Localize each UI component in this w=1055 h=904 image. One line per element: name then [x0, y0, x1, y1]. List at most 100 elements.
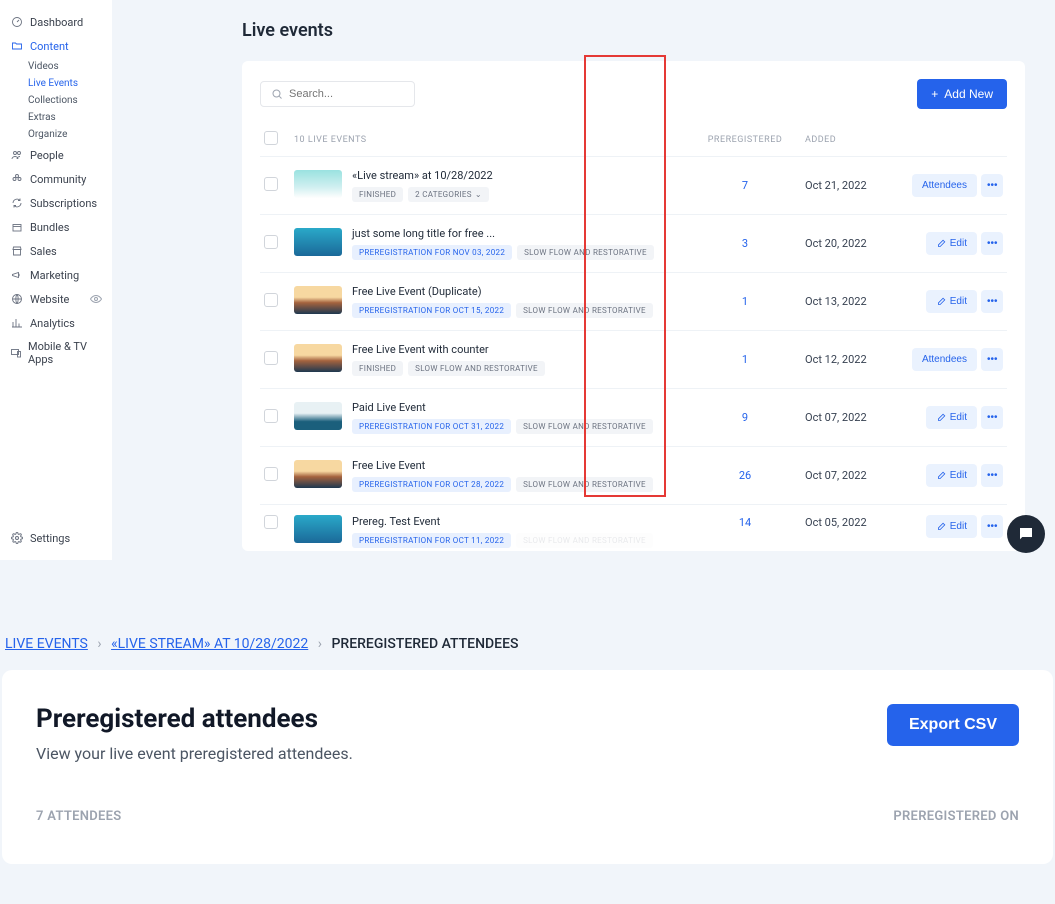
added-date: Oct 13, 2022 [805, 295, 867, 308]
header-preregistered: PREREGISTERED [705, 135, 785, 145]
header-added: ADDED [785, 135, 915, 145]
add-new-button[interactable]: + Add New [917, 79, 1007, 109]
event-title: Paid Live Event [352, 401, 705, 414]
sidebar-item-label: Dashboard [30, 16, 83, 29]
event-row: «Live stream» at 10/28/2022 FINISHED2 CA… [260, 157, 1007, 215]
dots-icon: ••• [987, 180, 998, 191]
preregistered-count[interactable]: 3 [742, 237, 748, 250]
row-checkbox[interactable] [264, 515, 278, 529]
store-icon [10, 244, 24, 258]
row-checkbox[interactable] [264, 467, 278, 481]
sidebar-item-website[interactable]: Website [0, 287, 112, 311]
event-title: Free Live Event with counter [352, 343, 705, 356]
sidebar-item-marketing[interactable]: Marketing [0, 263, 112, 287]
subnav-videos[interactable]: Videos [28, 58, 112, 75]
added-date: Oct 21, 2022 [805, 179, 867, 192]
sidebar-item-analytics[interactable]: Analytics [0, 311, 112, 335]
added-date: Oct 05, 2022 [805, 516, 867, 529]
row-checkbox[interactable] [264, 235, 278, 249]
bars-icon [10, 316, 24, 330]
search-input[interactable] [289, 88, 404, 100]
attendees-button[interactable]: Attendees [912, 174, 977, 197]
edit-button[interactable]: Edit [926, 290, 977, 313]
search-box[interactable] [260, 81, 415, 107]
badge: SLOW FLOW AND RESTORATIVE [408, 361, 545, 376]
app-shell: Dashboard Content VideosLive EventsCollect… [0, 0, 1055, 560]
chevron-right-icon: › [318, 636, 322, 652]
select-all-checkbox[interactable] [264, 131, 278, 145]
sidebar-item-label: Website [30, 293, 69, 306]
more-button[interactable]: ••• [981, 348, 1003, 371]
people-icon [10, 148, 24, 162]
row-checkbox[interactable] [264, 177, 278, 191]
sidebar-item-label: Bundles [30, 221, 69, 234]
badge: PREREGISTRATION FOR OCT 31, 2022 [352, 419, 511, 434]
preregistered-count[interactable]: 1 [742, 295, 748, 308]
preregistered-count[interactable]: 1 [742, 353, 748, 366]
panel-toolbar: + Add New [260, 79, 1007, 109]
preregistered-count[interactable]: 14 [739, 516, 751, 529]
badge: SLOW FLOW AND RESTORATIVE [517, 245, 654, 260]
content-subnav: VideosLive EventsCollectionsExtrasOrgani… [0, 58, 112, 143]
subnav-live-events[interactable]: Live Events [28, 75, 112, 92]
attendees-button[interactable]: Attendees [912, 348, 977, 371]
preregistered-count[interactable]: 7 [742, 179, 748, 192]
sidebar-item-dashboard[interactable]: Dashboard [0, 10, 112, 34]
sidebar-item-label: Subscriptions [30, 197, 97, 210]
attendees-columns: 7 ATTENDEES PREREGISTERED ON [36, 809, 1019, 824]
dots-icon: ••• [987, 470, 998, 481]
sidebar-item-community[interactable]: Community [0, 167, 112, 191]
subnav-organize[interactable]: Organize [28, 126, 112, 143]
subnav-extras[interactable]: Extras [28, 109, 112, 126]
preregistered-count[interactable]: 9 [742, 411, 748, 424]
breadcrumb: LIVE EVENTS › «LIVE STREAM» AT 10/28/202… [2, 630, 1053, 670]
action-label: Edit [950, 296, 967, 307]
main-area: Live events + Add New 10 LIVE EVENTS [112, 0, 1055, 560]
breadcrumb-current: PREREGISTERED ATTENDEES [331, 636, 518, 652]
sidebar-item-content[interactable]: Content [0, 34, 112, 58]
sidebar-settings[interactable]: Settings [0, 526, 112, 550]
loop-icon [10, 196, 24, 210]
edit-button[interactable]: Edit [926, 515, 977, 538]
sidebar-item-mobile-tv-apps[interactable]: Mobile & TV Apps [0, 335, 112, 371]
more-button[interactable]: ••• [981, 515, 1003, 538]
sidebar-item-label: Mobile & TV Apps [28, 340, 102, 366]
event-title: just some long title for free ... [352, 227, 705, 240]
subnav-collections[interactable]: Collections [28, 92, 112, 109]
more-button[interactable]: ••• [981, 174, 1003, 197]
preregistered-count[interactable]: 26 [739, 469, 751, 482]
breadcrumb-live-events[interactable]: LIVE EVENTS [5, 636, 88, 652]
event-title: Free Live Event (Duplicate) [352, 285, 705, 298]
sidebar-item-subscriptions[interactable]: Subscriptions [0, 191, 112, 215]
more-button[interactable]: ••• [981, 464, 1003, 487]
col-preregistered-on: PREREGISTERED ON [893, 809, 1019, 824]
badge: FINISHED [352, 361, 403, 376]
more-button[interactable]: ••• [981, 290, 1003, 313]
action-label: Edit [950, 238, 967, 249]
sidebar-item-bundles[interactable]: Bundles [0, 215, 112, 239]
event-row: Free Live Event PREREGISTRATION FOR OCT … [260, 447, 1007, 505]
row-checkbox[interactable] [264, 293, 278, 307]
more-button[interactable]: ••• [981, 406, 1003, 429]
sidebar-item-label: Content [30, 40, 69, 53]
community-icon [10, 172, 24, 186]
add-new-label: Add New [944, 87, 993, 101]
chat-widget[interactable] [1007, 515, 1045, 553]
action-label: Attendees [922, 180, 967, 191]
action-label: Edit [950, 470, 967, 481]
row-checkbox[interactable] [264, 351, 278, 365]
row-checkbox[interactable] [264, 409, 278, 423]
edit-button[interactable]: Edit [926, 232, 977, 255]
sidebar-item-people[interactable]: People [0, 143, 112, 167]
event-row: Paid Live Event PREREGISTRATION FOR OCT … [260, 389, 1007, 447]
dots-icon: ••• [987, 521, 998, 532]
action-label: Attendees [922, 354, 967, 365]
sidebar-item-sales[interactable]: Sales [0, 239, 112, 263]
more-button[interactable]: ••• [981, 232, 1003, 255]
export-csv-button[interactable]: Export CSV [887, 704, 1019, 746]
event-title: «Live stream» at 10/28/2022 [352, 169, 705, 182]
edit-button[interactable]: Edit [926, 406, 977, 429]
sidebar-item-label: People [30, 149, 64, 162]
edit-button[interactable]: Edit [926, 464, 977, 487]
breadcrumb-stream[interactable]: «LIVE STREAM» AT 10/28/2022 [111, 636, 308, 652]
